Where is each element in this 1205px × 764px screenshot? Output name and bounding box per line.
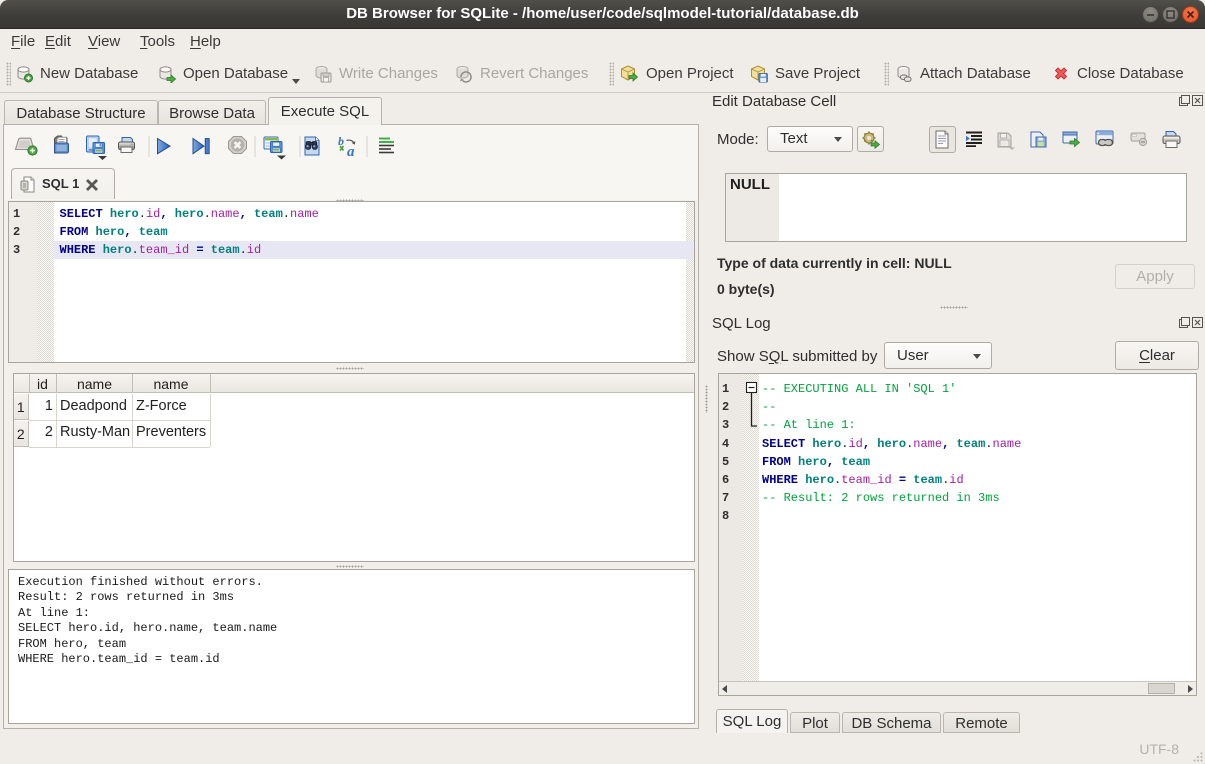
svg-text:a: a <box>347 144 355 160</box>
